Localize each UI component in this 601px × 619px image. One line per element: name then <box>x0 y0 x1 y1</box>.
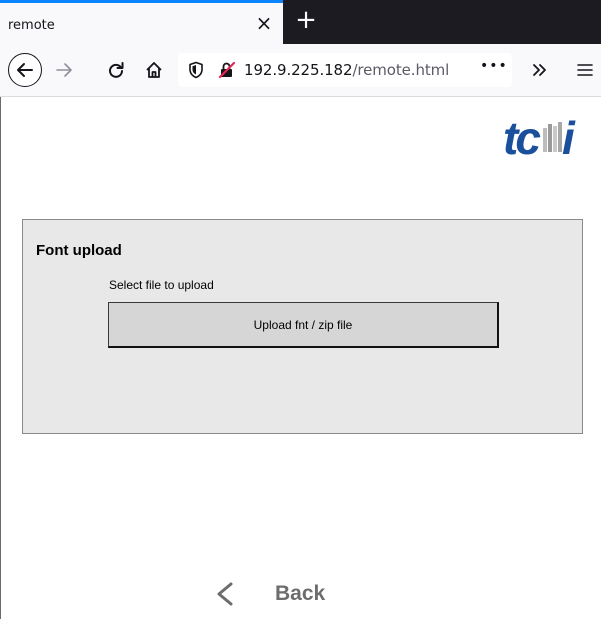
select-file-label: Select file to upload <box>109 278 214 292</box>
font-upload-panel: Font upload Select file to upload Upload… <box>22 219 583 434</box>
menu-button[interactable] <box>569 54 601 86</box>
upload-file-button[interactable]: Upload fnt / zip file <box>108 302 499 348</box>
svg-text:tc: tc <box>503 112 540 162</box>
overflow-chevron-icon <box>533 64 546 76</box>
overflow-button[interactable] <box>523 54 555 86</box>
new-tab-button[interactable]: + <box>293 5 319 35</box>
tab-strip: remote × + <box>0 0 601 44</box>
url-path: /remote.html <box>352 61 450 79</box>
tab-title: remote <box>8 18 55 33</box>
forward-arrow-icon <box>56 63 72 77</box>
back-chevron-icon <box>217 582 233 606</box>
back-link[interactable]: Back <box>213 581 325 607</box>
url-bar[interactable]: 192.9.225.182/remote.html ••• <box>178 53 512 87</box>
back-label: Back <box>275 582 326 605</box>
back-button[interactable] <box>8 53 42 87</box>
shield-icon[interactable] <box>188 61 204 79</box>
reload-icon <box>109 62 124 78</box>
tci-logo: tc i <box>503 112 576 162</box>
url-host: 192.9.225.182 <box>244 61 353 79</box>
reload-button[interactable] <box>100 54 132 86</box>
panel-title: Font upload <box>36 242 122 259</box>
home-button[interactable] <box>138 54 170 86</box>
page-actions-button[interactable]: ••• <box>480 58 508 74</box>
hamburger-menu-icon <box>577 64 593 76</box>
forward-button[interactable] <box>48 54 80 86</box>
back-arrow-icon <box>17 63 33 77</box>
insecure-lock-icon[interactable] <box>218 61 236 79</box>
navigation-bar: 192.9.225.182/remote.html ••• <box>0 44 601 97</box>
svg-text:i: i <box>562 112 576 162</box>
tab-remote[interactable]: remote × <box>0 0 283 44</box>
url-text[interactable]: 192.9.225.182/remote.html <box>244 61 449 79</box>
home-icon <box>146 62 162 78</box>
tab-close-icon[interactable]: × <box>253 12 275 34</box>
page-content: tc i Font upload Select file to upload U… <box>0 97 601 619</box>
